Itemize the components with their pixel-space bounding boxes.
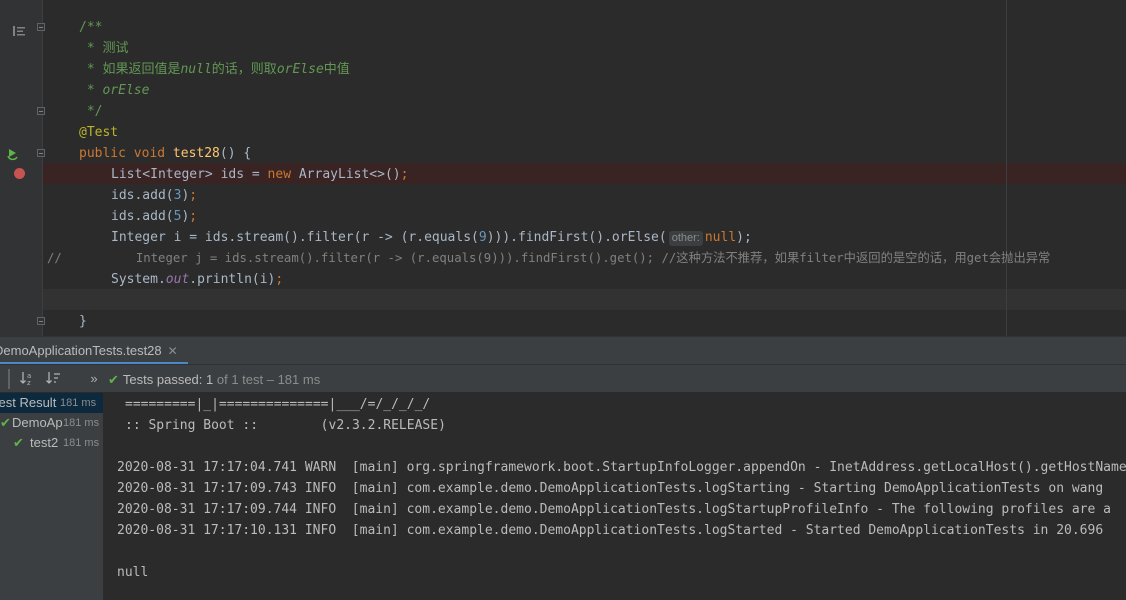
check-icon: ✔ [0,415,11,430]
status-passed-label: Tests passed: [122,372,207,387]
statement: System.out.println(i); [111,272,284,287]
statement: ids.add(3); [111,188,198,203]
code-line[interactable]: ids.add(5); [0,206,1126,227]
run-tab-label: DemoApplicationTests.test28 [0,343,162,358]
line-comment: // Integer j = ids.stream().filter(r -> … [47,251,1051,265]
console-line: null [117,565,149,580]
sort-by-duration-icon[interactable] [44,370,62,388]
code-line[interactable]: @Test [0,122,1126,143]
tree-item-label: DemoAp [12,415,62,430]
tree-item-label: Test Result [0,395,57,410]
test-results-tree[interactable]: Test Result 181 ms ✔ DemoAp 181 ms ✔ tes… [0,393,104,600]
sort-alphabetically-icon[interactable]: az [18,370,36,388]
more-actions-icon[interactable]: » [86,370,102,388]
code-line[interactable]: ids.add(3); [0,185,1126,206]
doc-comment: /** [79,20,103,35]
doc-comment: * 如果返回值是null的话，则取orElse中值 [79,62,350,77]
doc-comment: */ [79,104,103,119]
annotation: @Test [79,125,119,140]
code-line[interactable] [0,290,1126,311]
console-line: 2020-08-31 17:17:09.744 INFO [main] com.… [117,502,1111,517]
code-line[interactable]: * orElse [0,80,1126,101]
tree-item-label: test2 [30,435,59,450]
code-line[interactable]: * 如果返回值是null的话，则取orElse中值 [0,59,1126,80]
tree-item-demoapplicationtests[interactable]: ✔ DemoAp 181 ms [0,413,103,433]
code-line[interactable]: /** [0,17,1126,38]
status-summary: of 1 test – 181 ms [213,372,321,387]
tree-item-time: 181 ms [60,397,97,409]
doc-comment: * orElse [79,83,150,98]
code-line[interactable]: Integer i = ids.stream().filter(r -> (r.… [0,227,1126,248]
console-line: =========|_|==============|___/=/_/_/_/ [125,397,431,412]
statement: ids.add(5); [111,209,198,224]
code-line[interactable]: } [0,311,1126,332]
console-line: 2020-08-31 17:17:04.741 WARN [main] org.… [117,460,1126,475]
svg-text:z: z [27,379,31,386]
code-line[interactable]: * 测试 [0,38,1126,59]
tree-item-time: 181 ms [63,417,100,429]
console-line: 2020-08-31 17:17:09.743 INFO [main] com.… [117,481,1104,496]
tree-item-test28[interactable]: ✔ test2 181 ms [0,433,103,453]
console-line: 2020-08-31 17:17:10.131 INFO [main] com.… [117,523,1104,538]
code-line[interactable]: public void test28() { [0,143,1126,164]
code-line[interactable]: System.out.println(i); [0,269,1126,290]
toolbar-separator [8,369,10,389]
console-output[interactable]: =========|_|==============|___/=/_/_/_/ … [104,393,1126,600]
code-line[interactable]: List<Integer> ids = new ArrayList<>(); [0,164,1126,185]
run-tab-bar: DemoApplicationTests.test28 ✕ [0,336,1126,365]
check-icon: ✔ [108,372,119,387]
check-icon: ✔ [13,435,24,450]
tests-status: ✔ Tests passed: 1 of 1 test – 181 ms [108,365,320,394]
parameter-hint: other: [668,231,703,246]
doc-comment: * 测试 [79,41,129,56]
console-line: :: Spring Boot :: (v2.3.2.RELEASE) [125,418,446,433]
statement: Integer i = ids.stream().filter(r -> (r.… [111,230,752,246]
closing-brace: } [79,314,87,329]
run-toolbar: az » ✔ Tests passed: 1 of 1 test – 181 ms [0,364,1126,393]
code-line[interactable]: // Integer j = ids.stream().filter(r -> … [0,248,1126,269]
code-line[interactable]: */ [0,101,1126,122]
close-icon[interactable]: ✕ [168,344,178,358]
tree-item-test-result[interactable]: Test Result 181 ms [0,393,103,413]
run-config-tab[interactable]: DemoApplicationTests.test28 ✕ [0,337,188,365]
tree-item-time: 181 ms [63,437,100,449]
method-declaration: public void test28() { [79,146,252,161]
statement: List<Integer> ids = new ArrayList<>(); [111,167,409,182]
code-editor[interactable]: /** * 测试 * 如果返回值是null的话，则取orElse中值 * orE… [0,0,1126,336]
